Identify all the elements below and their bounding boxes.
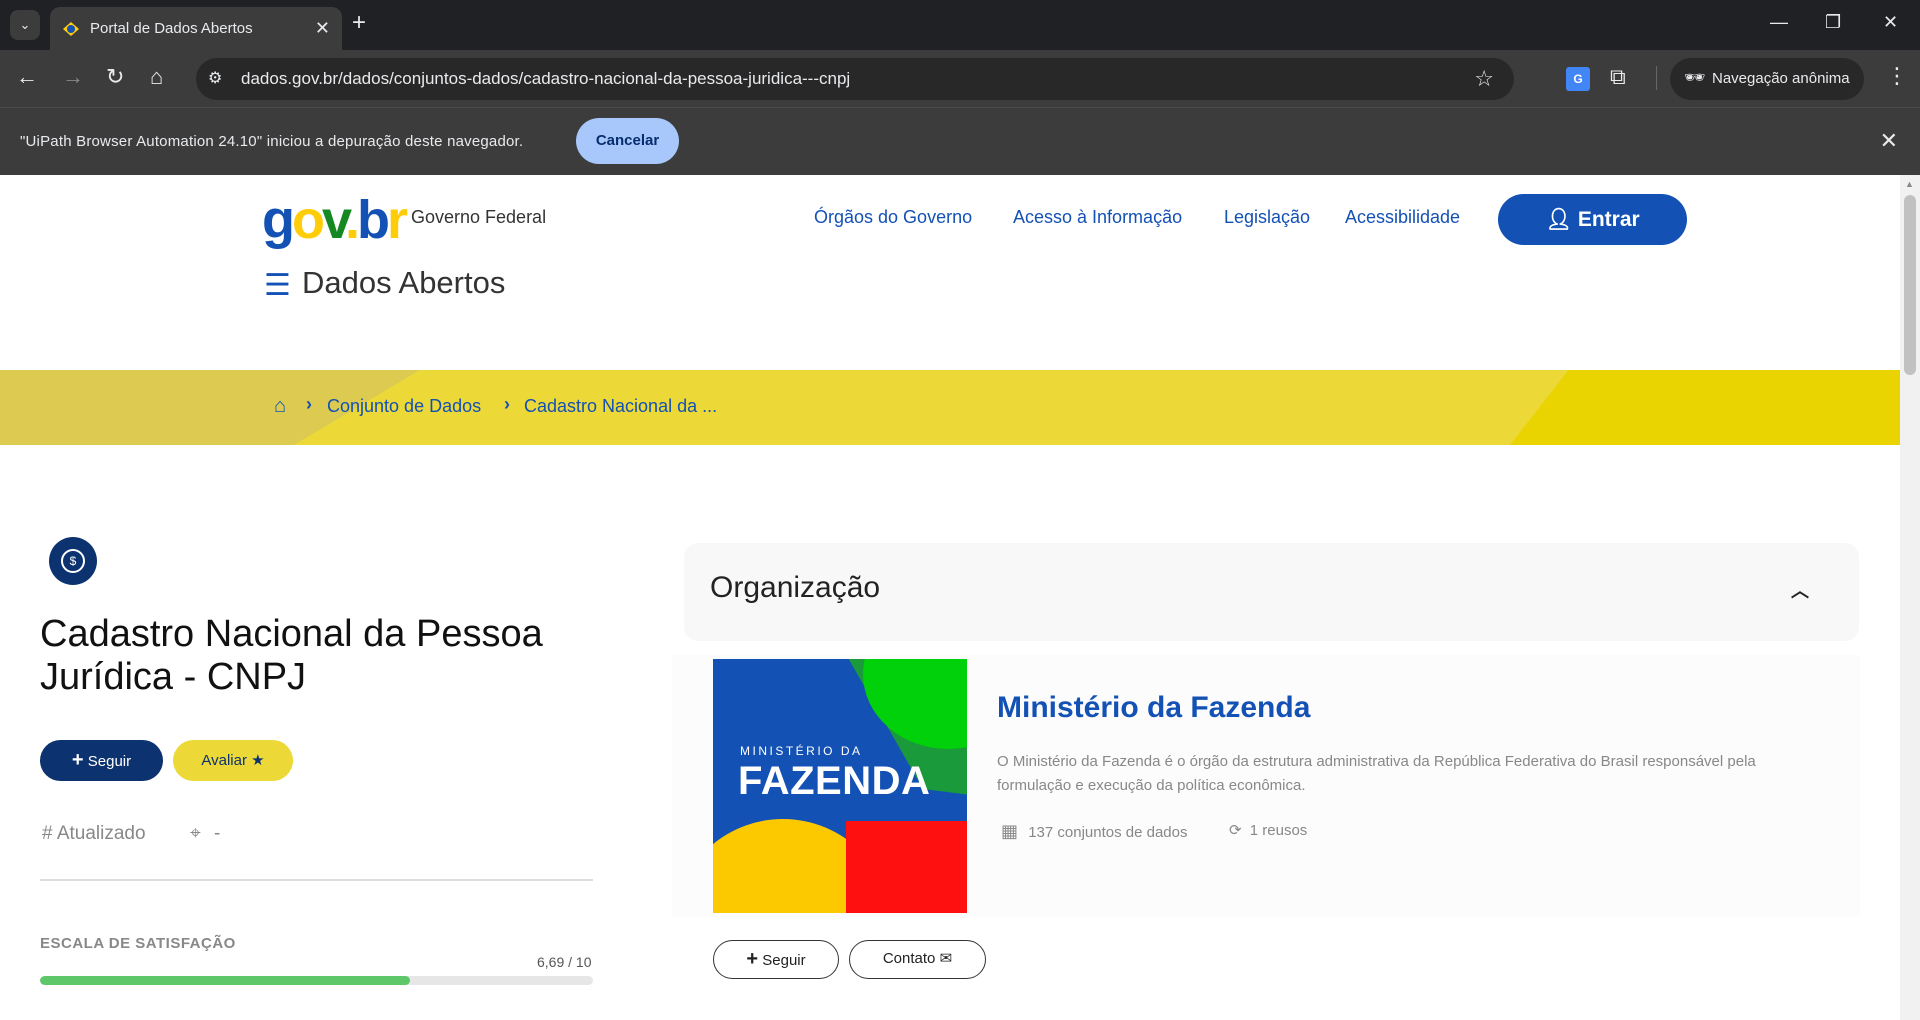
infobar-message: "UiPath Browser Automation 24.10" inicio…	[20, 133, 524, 150]
organization-reuses-count: ⟳ 1 reusos	[1229, 821, 1307, 839]
window-close-icon[interactable]: ✕	[1883, 12, 1898, 33]
satisfaction-progress-fill	[40, 976, 410, 985]
infobar-close-icon[interactable]: ✕	[1880, 128, 1898, 154]
browser-tab[interactable]: Portal de Dados Abertos ✕	[50, 7, 342, 50]
section-divider	[40, 879, 593, 881]
organization-logo[interactable]: MINISTÉRIO DA FAZENDA	[713, 659, 967, 913]
logo-shape	[863, 659, 967, 749]
currency-icon: $	[61, 549, 85, 573]
restore-icon[interactable]: ❐	[1825, 12, 1841, 33]
rate-label: Avaliar	[201, 752, 247, 769]
page-content: gov.br Governo Federal Órgãos do Governo…	[0, 175, 1900, 1020]
site-title: Dados Abertos	[302, 265, 506, 300]
satisfaction-progress-bar	[40, 976, 593, 985]
updated-label: Atualizado	[56, 823, 146, 844]
organization-datasets-count: ▦ 137 conjuntos de dados	[1001, 821, 1187, 842]
organization-contact-button[interactable]: Contato ✉	[849, 940, 986, 979]
browser-menu-icon[interactable]: ⋮	[1886, 63, 1908, 89]
forward-icon[interactable]: →	[62, 65, 84, 89]
table-icon: ▦	[1001, 821, 1019, 841]
location-info: ⌖ -	[190, 823, 220, 845]
minimize-icon[interactable]: —	[1770, 12, 1788, 33]
back-icon[interactable]: ←	[16, 65, 38, 89]
breadcrumb-banner: ⌂ › Conjunto de Dados › Cadastro Naciona…	[0, 370, 1900, 445]
home-icon[interactable]: ⌂	[150, 65, 163, 89]
reuses-count-label: 1 reusos	[1249, 822, 1308, 839]
organization-name-link[interactable]: Ministério da Fazenda	[997, 691, 1310, 725]
logo-subtitle: Governo Federal	[411, 207, 547, 227]
dataset-title: Cadastro Nacional da Pessoa Jurídica - C…	[40, 613, 543, 698]
new-tab-button[interactable]: +	[352, 11, 366, 35]
scrollbar-thumb[interactable]	[1904, 195, 1916, 375]
url-text[interactable]: dados.gov.br/dados/conjuntos-dados/cadas…	[241, 69, 850, 89]
chevron-right-icon: ›	[504, 394, 510, 414]
breadcrumb-home-icon[interactable]: ⌂	[274, 395, 286, 418]
satisfaction-value: 6,69 / 10	[537, 954, 592, 970]
extensions-icon[interactable]: ⧉	[1610, 64, 1626, 90]
organization-section-title: Organização	[710, 571, 881, 604]
browser-toolbar: ← → ↻ ⌂ ⚙ dados.gov.br/dados/conjuntos-d…	[0, 50, 1920, 107]
scroll-up-icon[interactable]: ▲	[1905, 179, 1914, 189]
plus-icon: +	[746, 948, 759, 970]
map-pin-icon: ⌖	[190, 823, 201, 844]
browser-tab-bar: ⌄ Portal de Dados Abertos ✕ + — ❐ ✕	[0, 0, 1920, 50]
plus-icon: +	[71, 749, 84, 771]
nav-link-acesso-informacao[interactable]: Acesso à Informação	[1013, 207, 1182, 228]
tab-close-icon[interactable]: ✕	[315, 18, 330, 39]
location-value: -	[213, 823, 221, 844]
star-icon: ★	[251, 752, 265, 769]
organization-follow-button[interactable]: + Seguir	[713, 940, 839, 979]
organization-description: O Ministério da Fazenda é o órgão da est…	[997, 753, 1756, 794]
gov-favicon-icon	[63, 22, 79, 36]
updated-info: # Atualizado	[42, 823, 146, 845]
cancel-button[interactable]: Cancelar	[576, 118, 679, 164]
chevron-right-icon: ›	[306, 394, 312, 414]
organization-accordion-header[interactable]: Organização ︿	[684, 543, 1859, 641]
refresh-icon: ⟳	[1229, 822, 1242, 839]
follow-label: Seguir	[87, 753, 132, 770]
page-scrollbar[interactable]: ▲	[1900, 175, 1920, 1020]
logo-text-small: MINISTÉRIO DA	[740, 744, 863, 758]
logo-text-big: FAZENDA	[738, 759, 931, 803]
nav-link-acessibilidade[interactable]: Acessibilidade	[1345, 207, 1460, 228]
envelope-icon: ✉	[939, 950, 953, 967]
incognito-indicator[interactable]: 🕶 Navegação anônima	[1670, 58, 1864, 100]
breadcrumb-current: Cadastro Nacional da ...	[524, 396, 718, 416]
address-bar[interactable]: ⚙ dados.gov.br/dados/conjuntos-dados/cad…	[196, 58, 1514, 100]
incognito-label: Navegação anônima	[1712, 70, 1850, 87]
follow-button[interactable]: + Seguir	[40, 740, 163, 781]
debugging-infobar: "UiPath Browser Automation 24.10" inicio…	[0, 107, 1920, 175]
organization-contact-label: Contato	[882, 950, 936, 967]
login-button[interactable]: 👤︎ Entrar	[1498, 194, 1687, 245]
banner-decoration	[1510, 370, 1900, 445]
tab-search-button[interactable]: ⌄	[10, 10, 40, 40]
reload-icon[interactable]: ↻	[106, 65, 124, 89]
incognito-icon: 🕶	[1684, 68, 1706, 87]
rate-button[interactable]: Avaliar ★	[173, 740, 293, 781]
tab-title: Portal de Dados Abertos	[90, 20, 253, 37]
chevron-up-icon[interactable]: ︿	[1791, 577, 1809, 603]
organization-follow-label: Seguir	[762, 952, 806, 969]
bookmark-star-icon[interactable]: ☆	[1474, 66, 1494, 92]
datasets-count-label: 137 conjuntos de dados	[1028, 824, 1188, 841]
breadcrumb-conjunto-dados[interactable]: Conjunto de Dados	[327, 396, 481, 417]
satisfaction-label: ESCALA DE SATISFAÇÃO	[40, 935, 236, 952]
site-info-icon[interactable]: ⚙	[208, 68, 222, 88]
toolbar-divider	[1656, 66, 1657, 90]
translate-icon[interactable]: G	[1566, 67, 1590, 91]
logo-shape	[846, 821, 967, 913]
govbr-logo[interactable]: gov.br	[262, 190, 408, 250]
user-icon: 👤︎	[1545, 208, 1572, 231]
organization-avatar[interactable]: $	[49, 537, 97, 585]
nav-link-legislacao[interactable]: Legislação	[1224, 207, 1310, 228]
login-label: Entrar	[1577, 208, 1640, 231]
nav-link-orgaos[interactable]: Órgãos do Governo	[814, 207, 972, 228]
menu-hamburger-icon[interactable]: ☰	[264, 268, 291, 303]
hash-icon: #	[42, 823, 53, 844]
